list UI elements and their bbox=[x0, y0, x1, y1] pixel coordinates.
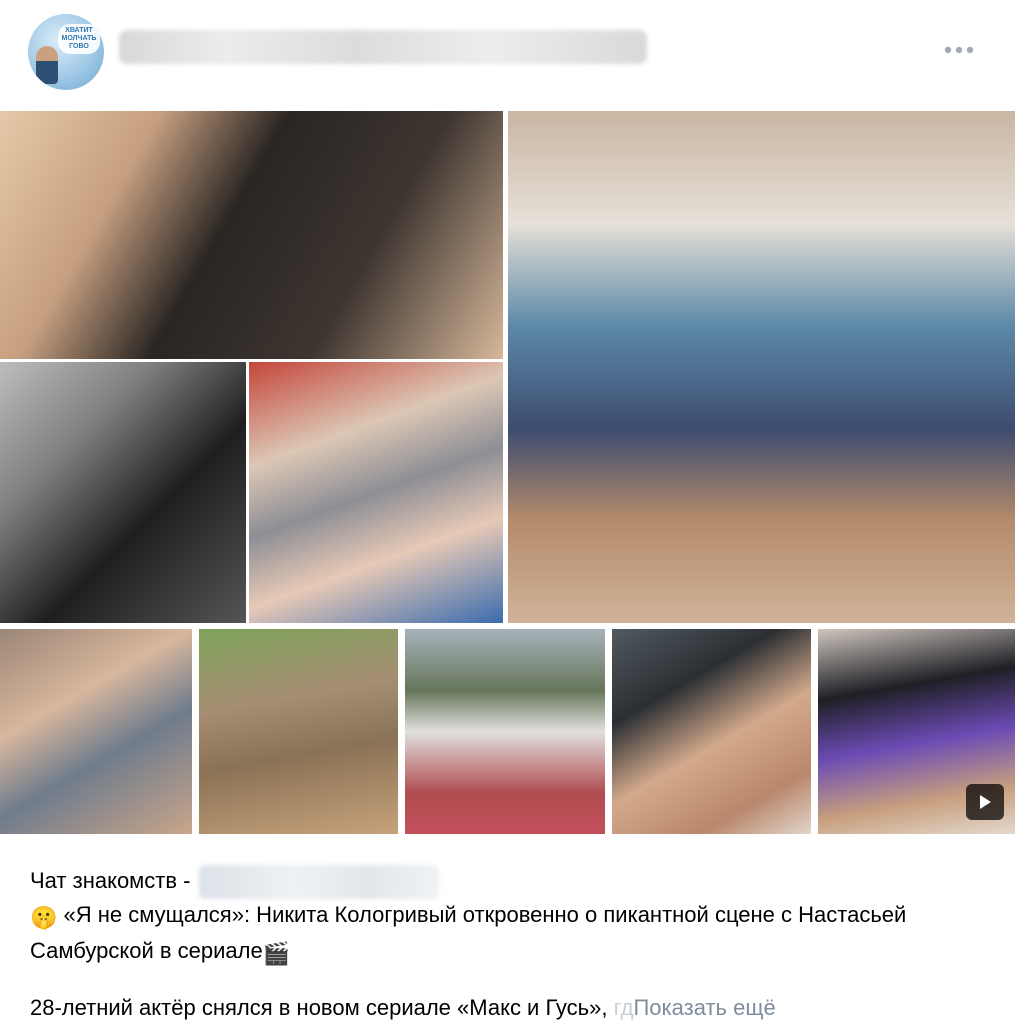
photo-black-white-couple[interactable] bbox=[0, 362, 246, 623]
video-play-button[interactable] bbox=[966, 784, 1004, 820]
post-body-fade: гд bbox=[613, 995, 634, 1020]
chat-prefix: Чат знакомств - bbox=[30, 868, 191, 893]
post-body: 28-летний актёр снялся в новом сериале «… bbox=[30, 991, 990, 1024]
photo-bed-scene-2[interactable] bbox=[0, 629, 192, 834]
post-title: 🤫 «Я не смущался»: Никита Кологривый отк… bbox=[30, 898, 990, 970]
post-body-text: 28-летний актёр снялся в новом сериале «… bbox=[30, 995, 608, 1020]
photo-couple-portrait[interactable] bbox=[0, 111, 503, 359]
avatar-text: ХВАТИТ МОЛЧАТЬ ГОВО bbox=[58, 24, 100, 54]
play-icon bbox=[980, 795, 991, 809]
avatar[interactable]: ХВАТИТ МОЛЧАТЬ ГОВО bbox=[28, 14, 104, 90]
post-title-text: «Я не смущался»: Никита Кологривый откро… bbox=[30, 902, 907, 963]
clapper-board-emoji: 🎬 bbox=[262, 941, 291, 966]
more-options-icon[interactable] bbox=[942, 40, 976, 60]
post-line-chat: Чат знакомств - bbox=[30, 864, 990, 900]
chat-link-blurred[interactable] bbox=[198, 865, 439, 900]
post-header: ХВАТИТ МОЛЧАТЬ ГОВО bbox=[0, 0, 1015, 108]
photo-man-wrecked-car[interactable] bbox=[405, 629, 605, 834]
photo-bed-scene[interactable] bbox=[249, 362, 503, 623]
shushing-face-emoji: 🤫 bbox=[30, 905, 58, 930]
show-more-link[interactable]: Показать ещё bbox=[633, 995, 775, 1020]
photo-man-cash-stacks[interactable] bbox=[612, 629, 811, 834]
photo-woman-swimsuit[interactable] bbox=[508, 111, 1015, 623]
author-name-blurred[interactable] bbox=[119, 30, 647, 64]
photo-man-hoodie-money[interactable] bbox=[199, 629, 398, 834]
avatar-person bbox=[36, 46, 58, 84]
